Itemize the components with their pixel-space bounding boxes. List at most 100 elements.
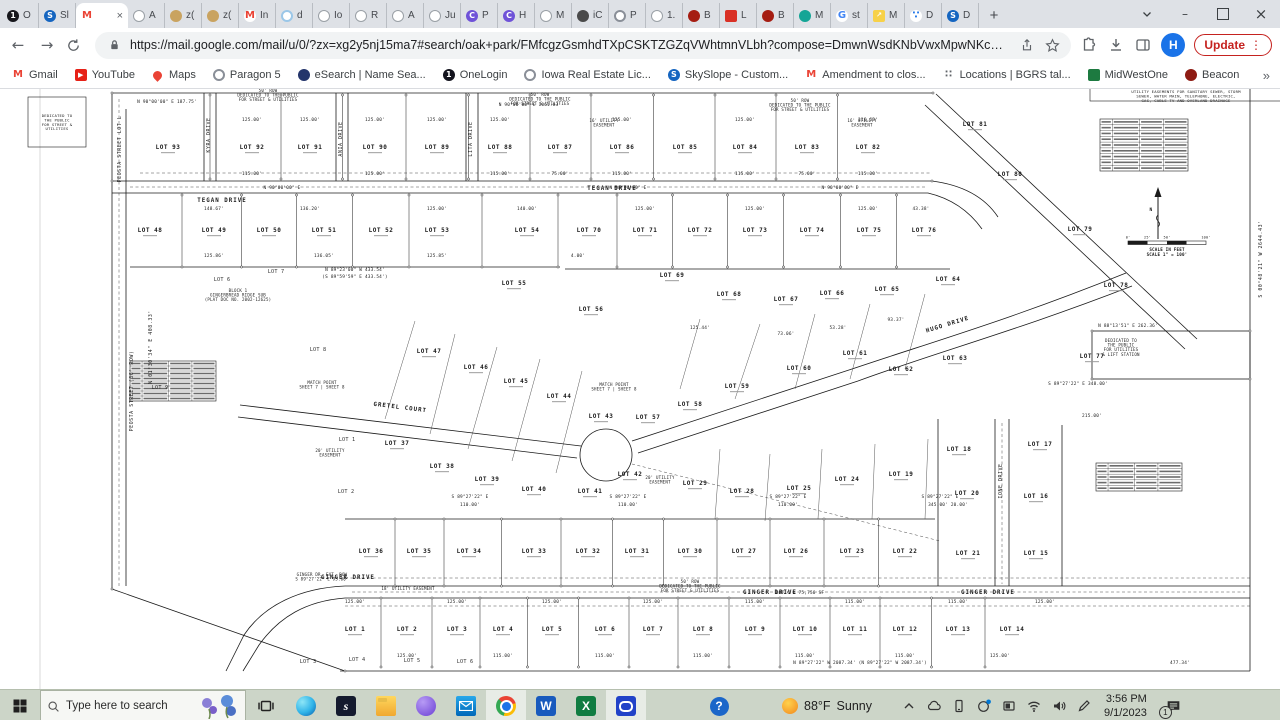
chevron-up-icon[interactable] [896, 690, 921, 720]
profile-avatar[interactable]: H [1161, 33, 1185, 57]
svg-text:LOT 18: LOT 18 [947, 446, 972, 453]
svg-text:93.37': 93.37' [887, 317, 904, 323]
browser-tab-16[interactable]: iC [572, 3, 609, 28]
svg-text:115.00': 115.00' [745, 599, 765, 605]
onedrive-icon[interactable] [921, 690, 946, 720]
minimize-button[interactable]: – [1166, 0, 1204, 28]
address-bar[interactable]: https://mail.google.com/mail/u/0/?zx=xg2… [95, 32, 1071, 59]
bookmarks-bar: MGmail ▶YouTube Maps Paragon 5 eSearch | Nam… [0, 62, 1280, 89]
browser-tab-2[interactable]: SSl [39, 3, 76, 28]
pen-icon[interactable] [1071, 690, 1096, 720]
svg-text:16' UTILITYEASEMENT: 16' UTILITYEASEMENT [847, 118, 877, 128]
action-center-button[interactable]: 1 [1155, 690, 1193, 720]
svg-text:LOT 70: LOT 70 [577, 227, 602, 234]
browser-tab-7[interactable]: MIn [239, 3, 276, 28]
bookmark-item-11[interactable]: MidWestOne [1088, 69, 1168, 81]
bookmark-item-3[interactable]: Maps [152, 69, 196, 81]
start-button[interactable] [0, 690, 40, 720]
browser-tab-19[interactable]: B [683, 3, 720, 28]
download-icon[interactable] [1107, 36, 1125, 54]
browser-tab-4[interactable]: A [128, 3, 165, 28]
mail-taskbar-button[interactable] [446, 690, 486, 720]
bookmark-item-1[interactable]: MGmail [12, 69, 58, 81]
file-explorer-taskbar-button[interactable] [366, 690, 406, 720]
wifi-icon[interactable] [1021, 690, 1046, 720]
skyslope-app-taskbar-button[interactable]: s [326, 690, 366, 720]
bookmark-item-9[interactable]: MAmendment to clos... [805, 69, 925, 81]
excel-taskbar-button[interactable]: X [566, 690, 606, 720]
tablet-icon[interactable] [996, 690, 1021, 720]
bookmark-item-4[interactable]: Paragon 5 [213, 69, 281, 81]
menu-kebab-icon[interactable]: ⋮ [1250, 38, 1262, 52]
new-tab-button[interactable]: + [983, 4, 1005, 26]
browser-tab-11[interactable]: A [387, 3, 424, 28]
weather-widget[interactable]: 88°F Sunny [772, 690, 882, 720]
svg-text:140.00': 140.00' [517, 206, 537, 212]
svg-text:LOT 47: LOT 47 [417, 348, 442, 355]
bookmark-item-2[interactable]: ▶YouTube [75, 69, 135, 81]
browser-tab-24[interactable]: ↗M [868, 3, 905, 28]
browser-tab-3[interactable]: M× [76, 3, 128, 28]
forward-button[interactable]: → [37, 36, 57, 54]
bookmark-item-10[interactable]: ∷Locations | BGRS tal... [943, 69, 1071, 81]
browser-tab-1[interactable]: 1O [2, 3, 39, 28]
bookmark-item-12[interactable]: Beacon [1185, 69, 1239, 81]
browser-tab-23[interactable]: Gst [831, 3, 868, 28]
close-button[interactable]: × [1242, 0, 1280, 28]
tab-label: In [260, 10, 268, 21]
browser-tab-21[interactable]: B [757, 3, 794, 28]
tab-close-icon[interactable]: × [117, 10, 123, 22]
svg-text:115.00': 115.00' [795, 653, 815, 659]
svg-text:215.00': 215.00' [1082, 413, 1102, 419]
bookmark-item-6[interactable]: 1OneLogin [443, 69, 508, 81]
browser-tab-17[interactable]: P [609, 3, 646, 28]
extensions-icon[interactable] [1080, 36, 1098, 54]
edge-beta-icon[interactable] [971, 690, 996, 720]
dots-favicon: ∵ [910, 10, 922, 22]
word-taskbar-button[interactable]: W [526, 690, 566, 720]
browser-tab-6[interactable]: z( [202, 3, 239, 28]
chrome-taskbar-button[interactable] [486, 690, 526, 720]
svg-text:LOT 24: LOT 24 [835, 476, 860, 483]
browser-tab-18[interactable]: 1. [646, 3, 683, 28]
office-taskbar-button[interactable] [406, 690, 446, 720]
maximize-button[interactable] [1204, 0, 1242, 28]
bookmarks-overflow-chevron[interactable]: » [1263, 68, 1270, 83]
browser-tab-8[interactable]: d [276, 3, 313, 28]
taskbar-search-input[interactable]: Type here to search [40, 690, 246, 720]
help-app-button[interactable]: ? [702, 690, 736, 720]
bookmark-item-7[interactable]: Iowa Real Estate Lic... [524, 69, 650, 81]
browser-tab-5[interactable]: z( [165, 3, 202, 28]
volume-icon[interactable] [1046, 690, 1071, 720]
bookmark-star-icon[interactable] [1043, 36, 1061, 54]
browser-tab-14[interactable]: CH [498, 3, 535, 28]
tab-search-chevron-icon[interactable] [1128, 0, 1166, 28]
update-button[interactable]: Update ⋮ [1194, 34, 1272, 56]
browser-tab-13[interactable]: CP [461, 3, 498, 28]
back-button[interactable]: ← [8, 36, 28, 54]
browser-tab-10[interactable]: R [350, 3, 387, 28]
browser-tab-25[interactable]: ∵D [905, 3, 942, 28]
share-icon[interactable] [1018, 36, 1036, 54]
taskbar-clock[interactable]: 3:56 PM 9/1/2023 [1096, 690, 1155, 720]
tab-label: Io [334, 10, 342, 21]
bookmark-item-5[interactable]: eSearch | Name Sea... [298, 69, 426, 81]
tab-label: M [889, 10, 897, 21]
browser-tab-9[interactable]: Io [313, 3, 350, 28]
browser-tab-26[interactable]: SD [942, 3, 979, 28]
side-panel-icon[interactable] [1134, 36, 1152, 54]
svg-text:N 90°00'00" E 187.75': N 90°00'00" E 187.75' [137, 99, 197, 105]
bookmark-item-8[interactable]: SSkySlope - Custom... [668, 69, 788, 81]
screen-app-taskbar-button[interactable] [606, 690, 646, 720]
browser-tab-12[interactable]: Ju [424, 3, 461, 28]
svg-text:125.00': 125.00' [365, 117, 385, 123]
svg-text:LOT 89: LOT 89 [425, 144, 450, 151]
task-view-taskbar-button[interactable] [246, 690, 286, 720]
svg-text:115.00': 115.00' [858, 171, 878, 177]
reload-button[interactable] [66, 38, 86, 53]
browser-tab-15[interactable]: M [535, 3, 572, 28]
edge-taskbar-button[interactable] [286, 690, 326, 720]
browser-tab-22[interactable]: M [794, 3, 831, 28]
your-phone-icon[interactable] [946, 690, 971, 720]
browser-tab-20[interactable]: L [720, 3, 757, 28]
